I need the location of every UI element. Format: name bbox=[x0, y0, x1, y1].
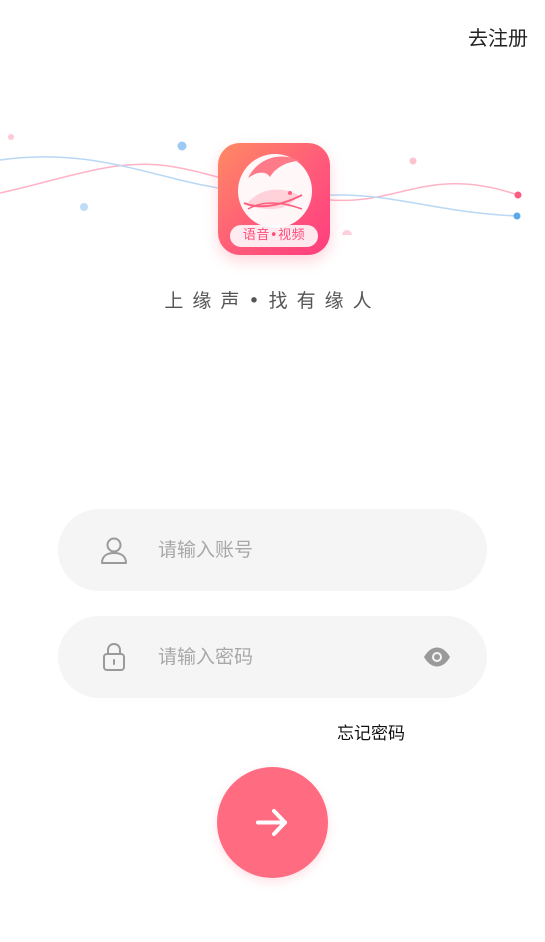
arrow-right-icon bbox=[256, 809, 287, 836]
dot-decoration bbox=[409, 157, 417, 165]
account-field[interactable] bbox=[58, 509, 487, 591]
eye-icon[interactable] bbox=[423, 646, 451, 668]
app-logo: 语音•视频 bbox=[218, 143, 330, 255]
account-input[interactable] bbox=[158, 529, 408, 571]
dot-decoration bbox=[514, 191, 522, 199]
dot-decoration bbox=[342, 230, 352, 235]
login-submit-button[interactable] bbox=[217, 767, 328, 878]
register-link[interactable]: 去注册 bbox=[468, 22, 528, 51]
user-icon bbox=[101, 537, 127, 564]
password-field[interactable] bbox=[58, 616, 487, 698]
dot-decoration bbox=[177, 141, 187, 151]
slogan: 上缘声•找有缘人 bbox=[164, 290, 381, 312]
logo-badge: 语音•视频 bbox=[230, 225, 318, 247]
lock-icon bbox=[103, 642, 125, 671]
forgot-password-link[interactable]: 忘记密码 bbox=[337, 719, 405, 744]
dot-decoration bbox=[513, 212, 521, 220]
password-input[interactable] bbox=[158, 636, 408, 678]
dot-decoration bbox=[8, 134, 14, 140]
dot-decoration bbox=[80, 203, 88, 211]
